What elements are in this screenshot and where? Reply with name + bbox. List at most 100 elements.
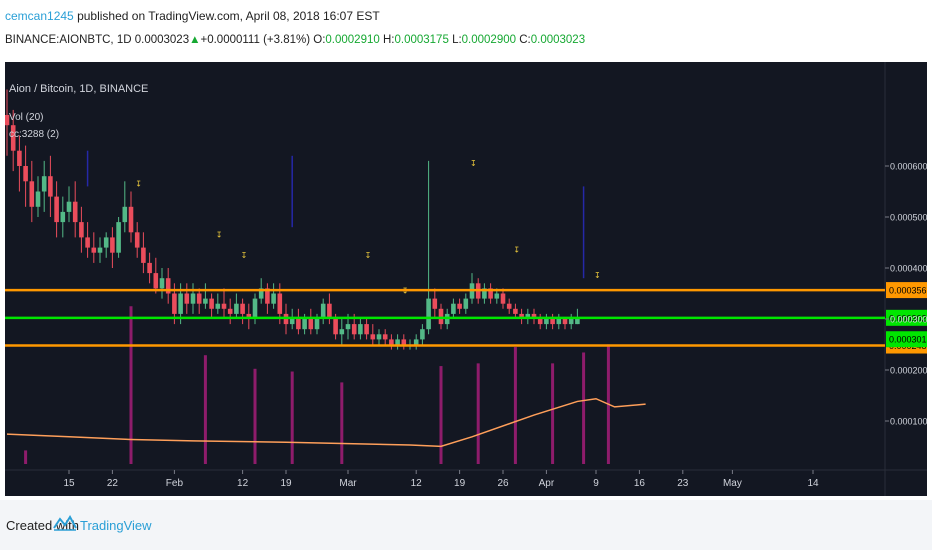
candle-body xyxy=(196,293,202,304)
y-tick-label: 0.0004000 xyxy=(890,264,927,274)
marker-arrow-icon: ↧ xyxy=(241,251,248,260)
candle-body xyxy=(277,293,283,314)
candle-body xyxy=(289,319,295,325)
candle-body xyxy=(172,293,177,314)
author-link[interactable]: cemcan1245 xyxy=(5,9,74,23)
candle-body xyxy=(302,319,307,330)
candle-body xyxy=(420,329,425,340)
candle-body xyxy=(426,298,431,330)
candle-body xyxy=(178,293,183,314)
candle-body xyxy=(463,298,469,309)
candle-body xyxy=(544,319,549,325)
tradingview-brand[interactable]: TradingView xyxy=(80,518,152,533)
candle-body xyxy=(500,293,506,304)
y-tick-label: 0.0003000 xyxy=(890,315,927,325)
candle-body xyxy=(234,303,239,314)
candle-body xyxy=(227,308,233,314)
close-label: C: xyxy=(519,34,531,46)
header: cemcan1245 published on TradingView.com,… xyxy=(0,0,932,60)
low-value: 0.0002900 xyxy=(461,34,517,46)
chart-background xyxy=(5,62,927,496)
up-arrow-icon: ▲ xyxy=(189,34,201,46)
candle-body xyxy=(215,303,221,309)
candle-body xyxy=(72,201,78,223)
price-chart[interactable]: ↧↧↧↧↧↧↧↧ 0.00035670.00030230.00024800.00… xyxy=(5,62,927,496)
price-change: +0.0000111 (+3.81%) xyxy=(200,34,311,46)
low-label: L: xyxy=(452,34,462,46)
candle-body xyxy=(147,262,152,274)
volume-bar xyxy=(582,352,586,464)
candle-body xyxy=(116,222,121,253)
volume-bar xyxy=(439,366,443,464)
symbol-label: BINANCE:AIONBTC, 1D xyxy=(5,34,132,46)
candle-body xyxy=(54,196,59,223)
candle-body xyxy=(389,339,394,345)
candle-body xyxy=(358,324,363,335)
x-tick-label: May xyxy=(723,478,742,489)
candle-body xyxy=(401,339,407,345)
x-tick-label: 14 xyxy=(807,478,819,489)
candle-body xyxy=(568,319,574,325)
candle-body xyxy=(85,237,90,248)
candle-body xyxy=(252,298,258,319)
candle-body xyxy=(506,303,512,309)
candle-body xyxy=(457,303,462,309)
candle-body xyxy=(23,166,28,182)
candle-body xyxy=(513,308,518,314)
candle-body xyxy=(438,308,444,325)
volume-bar xyxy=(551,363,555,464)
volume-bar xyxy=(129,306,133,464)
candle-body xyxy=(413,339,419,345)
tradingview-logo-icon xyxy=(53,515,77,531)
x-tick-label: 23 xyxy=(677,478,689,489)
price-tag-label: 0.0003015 xyxy=(889,335,927,345)
candle-body xyxy=(17,150,22,166)
candle-body xyxy=(128,206,134,233)
candle-body xyxy=(35,191,41,207)
marker-arrow-icon: ↧ xyxy=(365,251,372,260)
candle-body xyxy=(370,334,376,340)
candle-body xyxy=(556,319,562,325)
x-tick-label: 19 xyxy=(454,478,466,489)
open-label: O: xyxy=(313,34,326,46)
volume-bar xyxy=(513,347,517,464)
candle-body xyxy=(209,298,214,309)
volume-bar xyxy=(476,363,480,464)
publish-line: cemcan1245 published on TradingView.com,… xyxy=(5,9,380,23)
publish-text: published on TradingView.com, April 08, … xyxy=(77,9,380,23)
x-tick-label: Apr xyxy=(539,478,555,489)
candle-body xyxy=(97,247,103,253)
x-tick-label: 19 xyxy=(280,478,292,489)
marker-arrow-icon: ↧ xyxy=(470,159,477,168)
last-price: 0.0003023 xyxy=(134,34,190,46)
legend-title: Aion / Bitcoin, 1D, BINANCE xyxy=(9,83,148,95)
candle-body xyxy=(537,319,543,325)
candle-body xyxy=(122,206,128,223)
volume-bar xyxy=(290,371,294,464)
y-tick-label: 0.0006000 xyxy=(890,162,927,172)
x-tick-label: 16 xyxy=(634,478,646,489)
candle-body xyxy=(333,319,338,335)
x-tick-label: 12 xyxy=(237,478,249,489)
x-tick-label: 12 xyxy=(411,478,423,489)
candle-body xyxy=(153,273,159,289)
footer: Created with TradingView xyxy=(0,500,932,550)
candle-body xyxy=(60,211,66,223)
candle-body xyxy=(351,324,357,335)
candle-body xyxy=(134,232,140,248)
candle-body xyxy=(562,319,568,325)
candle-body xyxy=(364,324,369,335)
volume-bar xyxy=(340,382,344,464)
candle-body xyxy=(48,176,53,197)
x-tick-label: 26 xyxy=(497,478,509,489)
candle-body xyxy=(159,278,165,289)
candle-body xyxy=(240,303,245,314)
legend-indicator: cc:3288 (2) xyxy=(9,129,59,140)
candle-body xyxy=(376,334,382,340)
candle-body xyxy=(110,237,115,253)
x-tick-label: Mar xyxy=(339,478,357,489)
candle-body xyxy=(29,181,35,207)
y-tick-label: 0.0005000 xyxy=(890,213,927,223)
candle-body xyxy=(451,303,456,314)
candle-body xyxy=(271,293,276,304)
